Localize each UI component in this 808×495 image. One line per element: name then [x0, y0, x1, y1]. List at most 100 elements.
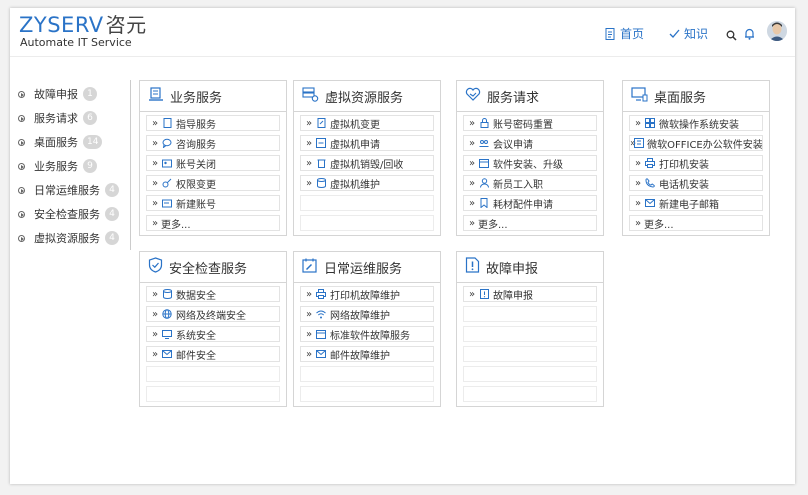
count-badge: 9: [83, 159, 97, 173]
id-card-icon: [161, 158, 173, 168]
double-chevron-icon: »: [634, 177, 641, 189]
service-item[interactable]: » 虚拟机申请: [300, 135, 434, 151]
service-item[interactable]: » 新员工入职: [463, 175, 597, 191]
file-edit-icon: [315, 118, 327, 128]
nav-home[interactable]: 首页: [605, 25, 644, 42]
double-chevron-icon: »: [634, 197, 641, 209]
sidebar-item-desktop[interactable]: 桌面服务 14: [18, 133, 103, 151]
double-chevron-icon: »: [468, 197, 475, 209]
empty-slot: [146, 366, 280, 382]
sidebar-item-ops[interactable]: 日常运维服务 4: [18, 181, 119, 199]
service-item-label: 权限变更: [176, 179, 216, 191]
card-header: 服务请求: [457, 81, 603, 112]
mail-icon: [644, 198, 656, 208]
service-item[interactable]: » 咨询服务: [146, 135, 280, 151]
more-link[interactable]: » 更多...: [629, 215, 763, 231]
service-item[interactable]: » 故障申报: [463, 286, 597, 302]
double-chevron-icon: »: [634, 217, 641, 229]
sidebar-item-security[interactable]: 安全检查服务 4: [18, 205, 119, 223]
sidebar-item-label: 虚拟资源服务: [34, 232, 100, 245]
service-item[interactable]: » 新建电子邮箱: [629, 195, 763, 211]
service-item-label: 新员工入职: [493, 179, 543, 191]
service-item[interactable]: » 虚拟机变更: [300, 115, 434, 131]
search-icon[interactable]: [726, 26, 737, 45]
card-desktop: 桌面服务 » 微软操作系统安装 » 微软OFFICE办公软件安装 » 打印机安装 » 电…: [622, 80, 770, 236]
brand-name: ZYSERV: [19, 13, 104, 37]
double-chevron-icon: »: [468, 137, 475, 149]
check-icon: [669, 29, 680, 39]
service-item-label: 系统安全: [176, 330, 216, 342]
more-link[interactable]: » 更多...: [463, 215, 597, 231]
document-icon: [605, 27, 616, 40]
service-item[interactable]: » 数据安全: [146, 286, 280, 302]
service-item[interactable]: » 耗材配件申请: [463, 195, 597, 211]
sidebar-item-virtual[interactable]: 虚拟资源服务 4: [18, 229, 119, 247]
double-chevron-icon: »: [468, 117, 475, 129]
service-item[interactable]: » 微软操作系统安装: [629, 115, 763, 131]
double-chevron-icon: »: [151, 348, 158, 360]
mail-icon: [161, 349, 173, 359]
service-item-label: 会议申请: [493, 139, 533, 151]
sidebar-item-request[interactable]: 服务请求 6: [18, 109, 97, 127]
service-item[interactable]: » 会议申请: [463, 135, 597, 151]
printer-icon: [644, 158, 656, 168]
service-item[interactable]: » 权限变更: [146, 175, 280, 191]
service-item[interactable]: » 打印机安装: [629, 155, 763, 171]
service-item[interactable]: » 邮件安全: [146, 346, 280, 362]
more-link[interactable]: » 更多...: [146, 215, 280, 231]
double-chevron-icon: »: [305, 348, 312, 360]
service-item[interactable]: » 软件安装、升级: [463, 155, 597, 171]
logo[interactable]: ZYSERV 咨元 Automate IT Service: [19, 13, 147, 49]
count-badge: 1: [83, 87, 97, 101]
service-item[interactable]: » 标准软件故障服务: [300, 326, 434, 342]
service-item[interactable]: » 新建账号: [146, 195, 280, 211]
sidebar-item-label: 桌面服务: [34, 136, 78, 149]
lock-icon: [478, 118, 490, 128]
empty-slot: [463, 386, 597, 402]
service-item[interactable]: » 电话机安装: [629, 175, 763, 191]
service-item[interactable]: » 虚拟机维护: [300, 175, 434, 191]
card-title: 服务请求: [487, 90, 540, 106]
software-icon: [478, 158, 490, 168]
sidebar-item-fault[interactable]: 故障申报 1: [18, 85, 97, 103]
nav-knowledge[interactable]: 知识: [669, 25, 708, 42]
service-item[interactable]: » 微软OFFICE办公软件安装: [629, 135, 763, 151]
count-badge: 4: [105, 231, 119, 245]
service-item-label: 邮件安全: [176, 350, 216, 362]
nav-home-label: 首页: [620, 27, 645, 41]
avatar[interactable]: [767, 21, 787, 41]
service-item[interactable]: » 网络及终端安全: [146, 306, 280, 322]
account-icon: [161, 198, 173, 208]
bell-icon[interactable]: [744, 25, 755, 44]
service-item[interactable]: » 账号关闭: [146, 155, 280, 171]
card-title: 日常运维服务: [324, 261, 403, 277]
software-icon: [315, 329, 327, 339]
service-item-label: 虚拟机销毁/回收: [330, 159, 404, 171]
calendar-wrench-icon: [302, 258, 318, 277]
service-item[interactable]: » 虚拟机销毁/回收: [300, 155, 434, 171]
sidebar-item-business[interactable]: 业务服务 9: [18, 157, 97, 175]
service-item-label: 软件安装、升级: [493, 159, 563, 171]
service-item-label: 虚拟机维护: [330, 179, 380, 191]
service-item[interactable]: » 账号密码重置: [463, 115, 597, 131]
service-item[interactable]: » 打印机故障维护: [300, 286, 434, 302]
double-chevron-icon: »: [151, 308, 158, 320]
more-label: 更多...: [644, 219, 674, 231]
heart-hand-icon: [465, 87, 481, 106]
service-item[interactable]: » 邮件故障维护: [300, 346, 434, 362]
card-request: 服务请求 » 账号密码重置 » 会议申请 » 软件安装、升级 » 新员工入职 » 耗材配件…: [456, 80, 604, 236]
service-item-label: 虚拟机变更: [330, 119, 380, 131]
phone-icon: [644, 178, 656, 188]
empty-slot: [300, 366, 434, 382]
card-security: 安全检查服务 » 数据安全 » 网络及终端安全 » 系统安全 » 邮件安全: [139, 251, 287, 407]
service-item[interactable]: » 网络故障维护: [300, 306, 434, 322]
card-header: 故障申报: [457, 252, 603, 283]
file-icon: [161, 118, 173, 128]
service-item[interactable]: » 指导服务: [146, 115, 280, 131]
double-chevron-icon: »: [151, 328, 158, 340]
wifi-icon: [315, 309, 327, 319]
play-circle-icon: [18, 138, 25, 146]
card-header: 桌面服务: [623, 81, 769, 112]
service-item-label: 邮件故障维护: [330, 350, 390, 362]
service-item[interactable]: » 系统安全: [146, 326, 280, 342]
